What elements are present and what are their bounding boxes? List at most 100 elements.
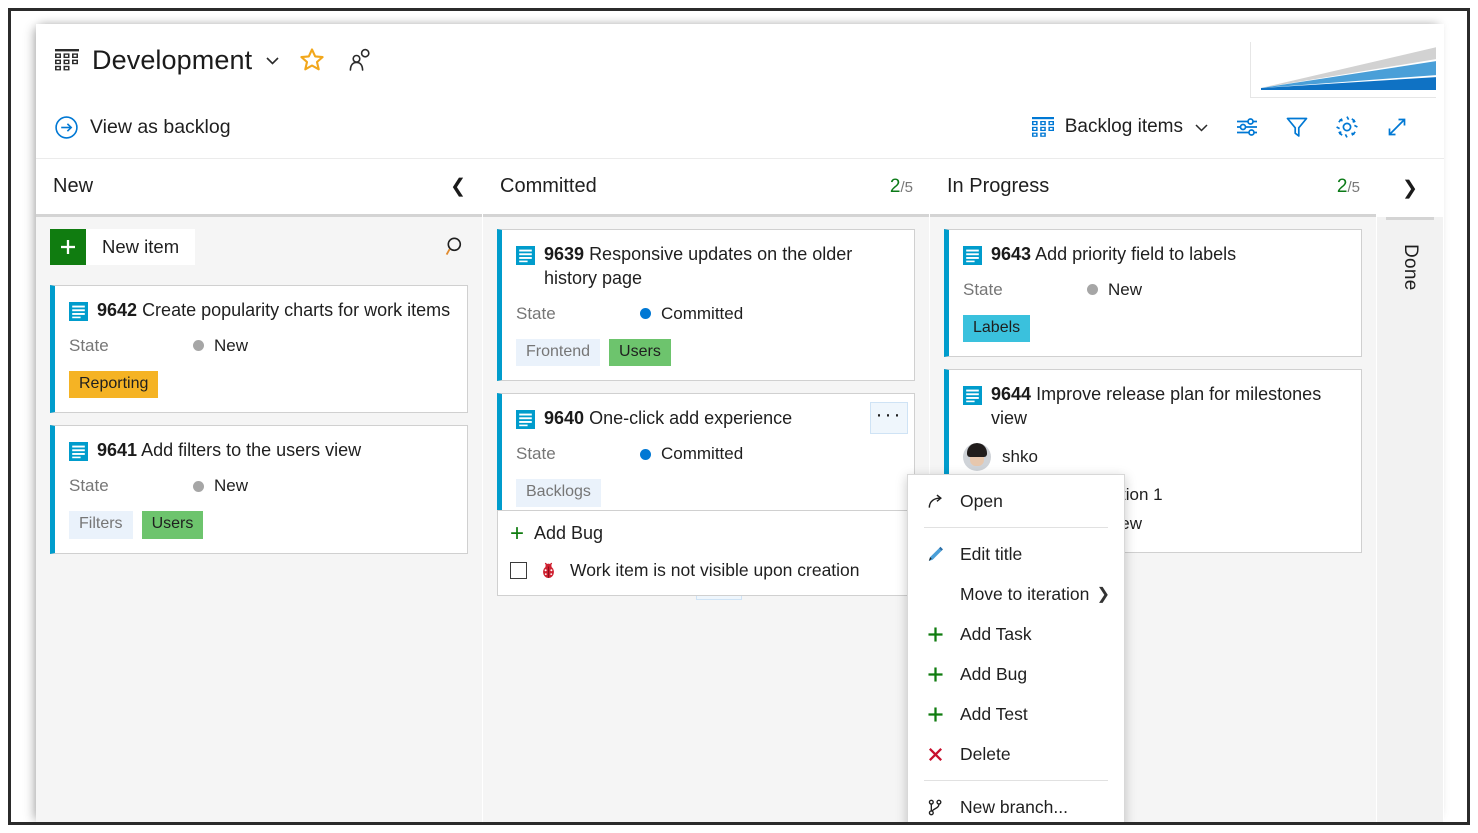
- add-bug-panel: + Add Bug Work item is not visible upon …: [497, 510, 916, 596]
- state-value[interactable]: New: [193, 336, 248, 356]
- state-value[interactable]: Committed: [640, 304, 743, 324]
- card-id: 9642: [97, 300, 138, 320]
- visibility-checkbox-row[interactable]: Work item is not visible upon creation: [510, 560, 901, 581]
- card-title-row: 9641 Add filters to the users view: [69, 439, 453, 463]
- menu-item-add-test[interactable]: Add Test: [908, 694, 1124, 734]
- sliders-icon[interactable]: [1234, 114, 1260, 140]
- state-text: New: [214, 476, 249, 496]
- card-id: 9640: [544, 408, 585, 429]
- menu-item-edit-title[interactable]: Edit title: [908, 534, 1124, 574]
- card-9642[interactable]: 9642 Create popularity charts for work i…: [50, 285, 468, 414]
- new-item-button[interactable]: New item: [50, 229, 196, 265]
- branch-icon: [924, 798, 946, 817]
- state-value[interactable]: Committed: [640, 444, 743, 464]
- tag-reporting[interactable]: Reporting: [69, 370, 159, 399]
- toolbar-actions: Backlog items: [1031, 114, 1410, 140]
- card-title-text: Create popularity charts for work items: [142, 300, 451, 320]
- state-text: New: [214, 335, 249, 355]
- tag-frontend[interactable]: Frontend: [516, 338, 601, 367]
- menu-item-move-to-iteration[interactable]: Move to iteration ❯: [908, 574, 1124, 614]
- menu-item-add-bug[interactable]: Add Bug: [908, 654, 1124, 694]
- state-dot-icon: [640, 448, 651, 460]
- search-icon[interactable]: [444, 235, 468, 259]
- menu-item-label: Edit title: [960, 543, 1023, 564]
- card-state-row: State New: [963, 280, 1347, 300]
- plus-icon: [924, 625, 946, 644]
- chevron-right-icon[interactable]: ❯: [1402, 179, 1418, 198]
- menu-item-label: Add Bug: [960, 663, 1028, 684]
- card-9643[interactable]: 9643 Add priority field to labels State …: [944, 229, 1362, 358]
- state-text: Committed: [661, 444, 744, 464]
- state-value[interactable]: New: [1087, 280, 1142, 300]
- menu-item-label: Open: [960, 490, 1003, 511]
- card-9639[interactable]: 9639 Responsive updates on the older his…: [497, 229, 915, 382]
- card-title-row: 9639 Responsive updates on the older his…: [516, 243, 900, 291]
- tag-backlogs[interactable]: Backlogs: [516, 479, 601, 507]
- tag-filters[interactable]: Filters: [69, 511, 133, 539]
- menu-item-add-task[interactable]: Add Task: [908, 614, 1124, 654]
- page-title: Development: [92, 44, 253, 75]
- card-title-row: 9644 Improve release plan for milestones…: [963, 383, 1347, 431]
- menu-item-label: New branch...: [960, 796, 1068, 817]
- card-title-row: 9643 Add priority field to labels: [963, 243, 1347, 267]
- star-icon[interactable]: [299, 47, 325, 73]
- app-shell: Development View as backlog Backlog item…: [36, 24, 1444, 822]
- view-as-backlog-button[interactable]: View as backlog: [54, 115, 231, 140]
- card-title: 9642 Create popularity charts for work i…: [97, 299, 450, 323]
- state-label: State: [963, 279, 1003, 299]
- column-header-new: New ❮: [36, 159, 482, 217]
- backlog-level-selector[interactable]: Backlog items: [1031, 116, 1210, 138]
- card-state-row: State New: [69, 476, 453, 496]
- cumulative-flow-diagram-thumbnail[interactable]: [1250, 42, 1436, 98]
- card-title: 9644 Improve release plan for milestones…: [991, 383, 1347, 431]
- checkbox-unchecked-icon[interactable]: [510, 562, 527, 579]
- card-tags: Backlogs: [516, 479, 900, 507]
- done-collapsed-strip[interactable]: Done: [1386, 217, 1434, 822]
- expand-diagonal-icon[interactable]: [1384, 114, 1410, 140]
- avatar: [963, 443, 991, 472]
- menu-item-delete[interactable]: Delete: [908, 734, 1124, 774]
- card-title: 9641 Add filters to the users view: [97, 439, 361, 463]
- menu-item-open[interactable]: Open: [908, 481, 1124, 521]
- card-overflow-menu-button[interactable]: ···: [870, 402, 908, 435]
- bug-icon: [539, 561, 558, 580]
- board-header: Development: [36, 24, 1444, 98]
- gear-icon[interactable]: [1334, 114, 1360, 140]
- card-title-text: Add priority field to labels: [1035, 244, 1237, 264]
- state-label: State: [69, 476, 109, 496]
- chevron-down-icon[interactable]: [264, 52, 281, 69]
- tag-users[interactable]: Users: [141, 511, 204, 539]
- plus-icon: [924, 705, 946, 724]
- state-label: State: [516, 444, 556, 464]
- tag-users[interactable]: Users: [609, 338, 671, 367]
- card-tags: Filters Users: [69, 511, 453, 539]
- board-column-committed: Committed 2/5 9639 Responsive updates on…: [483, 159, 930, 822]
- menu-item-new-branch[interactable]: New branch...: [908, 787, 1124, 822]
- card-id: 9643: [991, 244, 1032, 264]
- tag-labels[interactable]: Labels: [963, 314, 1031, 343]
- funnel-icon[interactable]: [1284, 114, 1310, 140]
- chevron-left-icon[interactable]: ❮: [450, 177, 466, 196]
- add-bug-link[interactable]: + Add Bug: [510, 519, 901, 547]
- state-value[interactable]: New: [193, 476, 248, 496]
- visibility-checkbox-label: Work item is not visible upon creation: [570, 560, 860, 580]
- card-id: 9639: [544, 244, 585, 264]
- wip-counter: 2/5: [1336, 175, 1360, 197]
- people-icon[interactable]: [347, 47, 373, 73]
- product-backlog-item-icon: [516, 410, 535, 430]
- card-context-menu: Open Edit title Move to iteration ❯ Add …: [907, 474, 1125, 822]
- card-title-text: Responsive updates on the older history …: [544, 244, 853, 288]
- arrow-right-circle-icon: [54, 115, 79, 140]
- card-9641[interactable]: 9641 Add filters to the users view State…: [50, 425, 468, 554]
- state-dot-icon: [193, 340, 204, 352]
- board-column-new: New ❮ New item 9642 Create popularity ch…: [36, 159, 483, 822]
- menu-item-label: Move to iteration: [960, 583, 1090, 604]
- screenshot-frame: Development View as backlog Backlog item…: [8, 8, 1470, 825]
- product-backlog-item-icon: [963, 386, 982, 406]
- card-title-text: Improve release plan for milestones view: [991, 384, 1322, 429]
- plus-icon: +: [510, 519, 525, 547]
- pencil-icon: [924, 545, 946, 564]
- backlog-level-label: Backlog items: [1064, 116, 1183, 137]
- card-assignee[interactable]: shko: [963, 443, 1347, 472]
- card-id: 9644: [991, 384, 1032, 405]
